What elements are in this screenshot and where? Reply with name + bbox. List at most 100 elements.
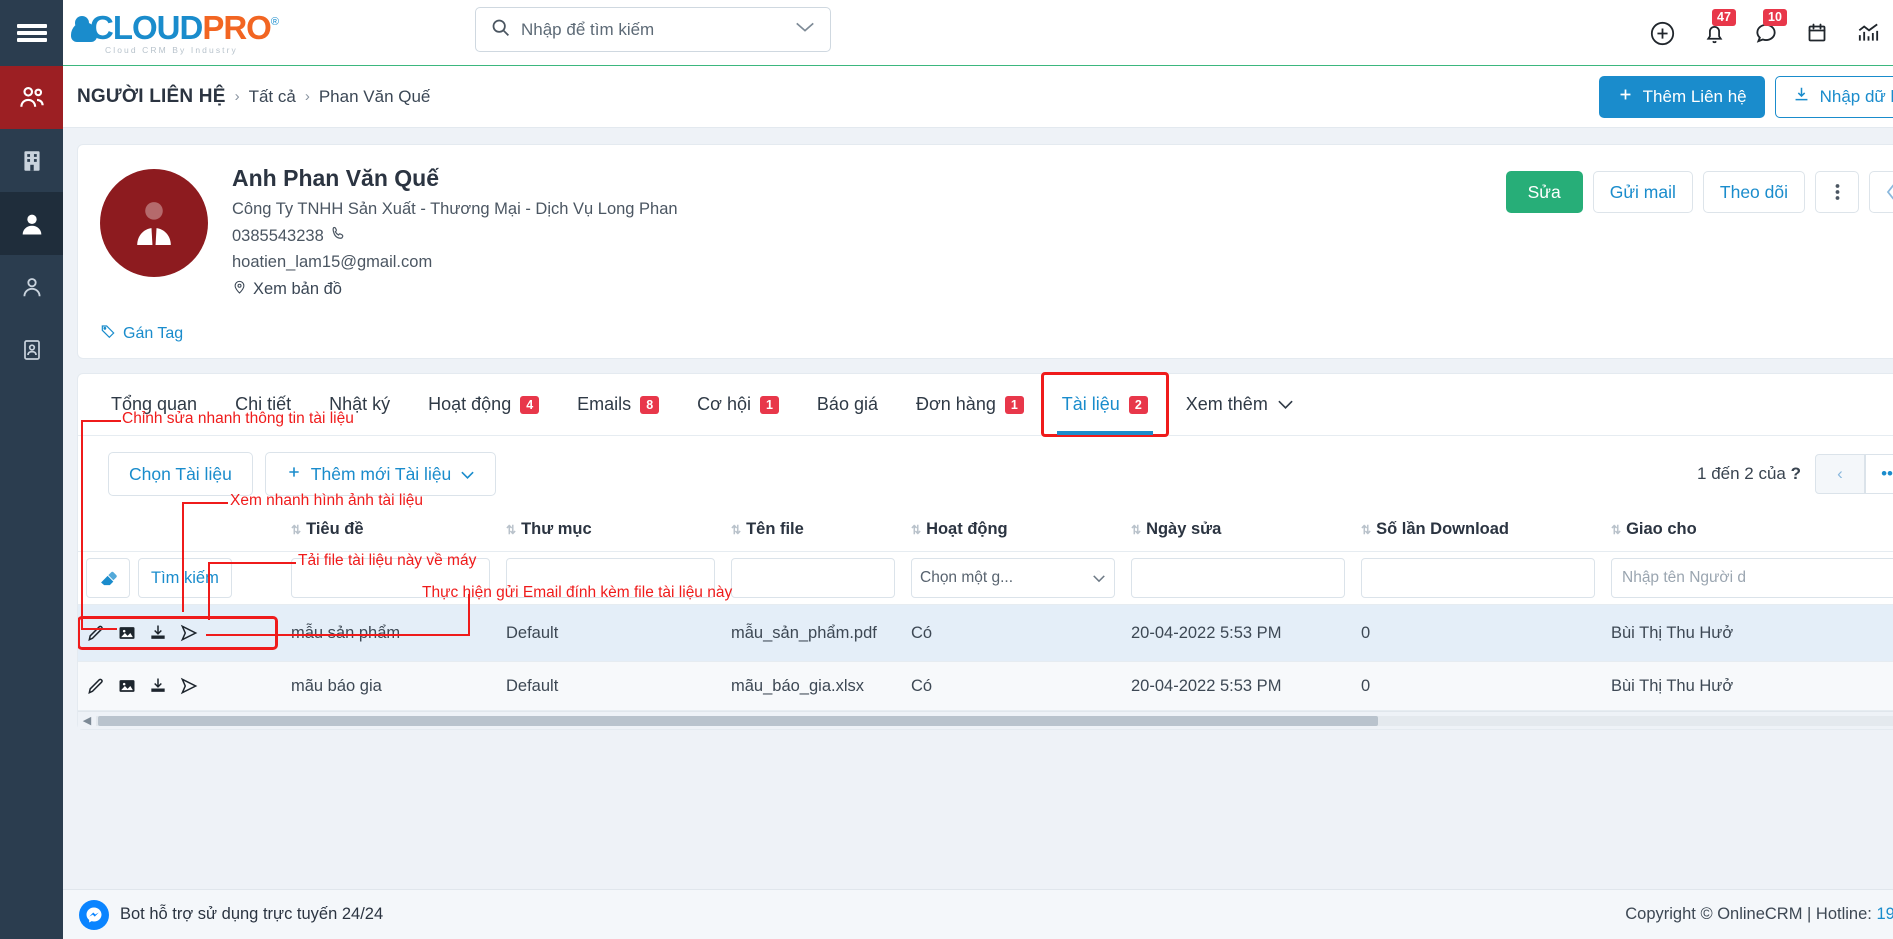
search-filter-button[interactable]: Tìm kiếm — [138, 558, 232, 598]
row-action-icons — [78, 616, 278, 650]
image-preview-icon[interactable] — [117, 623, 137, 643]
sidebar-item-contacts-group[interactable] — [0, 66, 63, 129]
sort-icon: ⇅ — [506, 523, 517, 537]
hotline-link[interactable]: 1900 29 29 90 — [1876, 905, 1893, 923]
clear-filters-button[interactable] — [86, 558, 130, 598]
logo-pro-text: PRO — [202, 8, 272, 46]
tab-bao-gia[interactable]: Báo giá — [798, 374, 897, 435]
scrollbar-thumb[interactable] — [98, 715, 1378, 726]
sidebar-item-contact-detail[interactable] — [0, 192, 63, 255]
filter-modified-input[interactable] — [1131, 558, 1345, 598]
column-header-title[interactable]: ⇅ Tiêu đề — [283, 510, 498, 552]
send-email-icon[interactable] — [179, 623, 199, 643]
cell-folder: Default — [498, 661, 723, 711]
image-preview-icon[interactable] — [117, 676, 137, 696]
filter-assigned-input[interactable] — [1611, 558, 1893, 598]
sort-icon: ⇅ — [911, 523, 922, 537]
scroll-left-arrow-icon[interactable]: ◀ — [78, 714, 96, 727]
message-badge: 10 — [1763, 9, 1787, 26]
breadcrumb-item-contact[interactable]: Phan Văn Quế — [319, 87, 431, 107]
annotation-preview-image: Xem nhanh hình ảnh tài liệu — [230, 492, 424, 509]
contact-profile-card: Anh Phan Văn Quế Công Ty TNHH Sản Xuất -… — [77, 144, 1893, 359]
horizontal-scrollbar[interactable]: ◀ ▶ — [78, 711, 1893, 729]
logo-registered-mark: ® — [270, 15, 279, 28]
assign-tag-button[interactable]: Gán Tag — [100, 323, 183, 344]
tab-hoat-dong[interactable]: Hoạt động 4 — [409, 374, 558, 435]
download-icon[interactable] — [148, 676, 168, 696]
table-row[interactable]: mãu báo gia Default mãu_báo_gia.xlsx Có … — [78, 661, 1893, 711]
contact-phone-row: 0385543238 — [232, 225, 678, 247]
filter-activity-select[interactable]: Chọn một g... — [911, 558, 1115, 598]
breadcrumb-item-all[interactable]: Tất cả — [249, 87, 296, 107]
support-bot[interactable]: Bot hỗ trợ sử dụng trực tuyến 24/24 — [79, 899, 383, 930]
edit-icon[interactable] — [86, 623, 106, 643]
chevron-down-icon[interactable] — [794, 20, 816, 39]
download-icon[interactable] — [148, 623, 168, 643]
column-header-filename[interactable]: ⇅ Tên file — [723, 510, 903, 552]
phone-icon[interactable] — [330, 225, 347, 247]
global-search[interactable] — [475, 7, 831, 52]
send-email-icon[interactable] — [179, 676, 199, 696]
edit-button[interactable]: Sửa — [1505, 171, 1583, 213]
filter-filename-input[interactable] — [731, 558, 895, 598]
filter-downloads-input[interactable] — [1361, 558, 1595, 598]
page-prev-button[interactable]: ‹ — [1815, 454, 1865, 494]
more-actions-button[interactable] — [1815, 171, 1859, 213]
column-header-activity[interactable]: ⇅ Hoạt động — [903, 510, 1123, 552]
breadcrumb-separator: › — [304, 88, 310, 105]
choose-document-button[interactable]: Chọn Tài liệu — [108, 452, 253, 496]
chart-icon[interactable] — [1855, 20, 1882, 46]
sidebar-item-documents[interactable] — [0, 318, 63, 381]
tab-count-badge: 8 — [640, 395, 660, 414]
tab-xem-them[interactable]: Xem thêm — [1167, 374, 1313, 435]
calendar-icon[interactable] — [1805, 20, 1829, 46]
column-header-actions — [78, 510, 283, 552]
tab-count-badge: 2 — [1128, 395, 1148, 414]
follow-button[interactable]: Theo dõi — [1702, 171, 1805, 213]
add-contact-label: Thêm Liên hệ — [1642, 86, 1747, 106]
add-contact-button[interactable]: Thêm Liên hệ — [1598, 75, 1765, 118]
search-input[interactable] — [521, 19, 794, 40]
menu-toggle-button[interactable] — [0, 0, 63, 66]
avatar — [100, 169, 208, 277]
document-icon — [23, 339, 40, 360]
cell-activity: Có — [903, 604, 1123, 662]
cell-title: mẫu sản phẩm — [283, 604, 498, 662]
sidebar-item-lead[interactable] — [0, 255, 63, 318]
sidebar-item-company[interactable] — [0, 129, 63, 192]
logo-tagline: Cloud CRM By Industry — [105, 44, 238, 55]
add-new-document-label: Thêm mới Tài liệu — [310, 463, 452, 484]
copyright-text: Copyright © OnlineCRM | Hotline: — [1625, 905, 1872, 923]
send-mail-button[interactable]: Gửi mail — [1592, 171, 1693, 213]
column-header-folder[interactable]: ⇅ Thư mục — [498, 510, 723, 552]
scrollbar-track[interactable] — [96, 715, 1893, 726]
bell-icon[interactable]: 47 — [1702, 8, 1736, 47]
edit-icon[interactable] — [86, 676, 106, 696]
add-new-document-button[interactable]: Thêm mới Tài liệu — [264, 452, 497, 496]
tab-label: Xem thêm — [1185, 394, 1268, 414]
tab-tai-lieu[interactable]: Tài liệu 2 — [1040, 372, 1169, 437]
row-actions-cell — [78, 604, 283, 662]
app-logo[interactable]: CLOUD PRO ® Cloud CRM By Industry — [71, 11, 279, 55]
contact-email[interactable]: hoatien_lam15@gmail.com — [232, 253, 678, 272]
assign-tag-label: Gán Tag — [123, 324, 184, 342]
add-icon[interactable] — [1649, 20, 1676, 47]
prev-record-button[interactable] — [1869, 171, 1893, 213]
chat-icon[interactable]: 10 — [1753, 9, 1787, 46]
tab-co-hoi[interactable]: Cơ hội 1 — [678, 374, 798, 435]
column-header-modified[interactable]: ⇅ Ngày sửa — [1123, 510, 1353, 552]
annotation-line — [208, 562, 296, 564]
page-ellipsis-button[interactable]: ••• — [1865, 454, 1893, 494]
table-row[interactable]: mẫu sản phẩm Default mẫu_sản_phẩm.pdf Có… — [78, 604, 1893, 662]
cell-downloads: 0 — [1353, 661, 1603, 711]
contact-map-row[interactable]: Xem bản đồ — [232, 278, 678, 301]
column-header-assigned[interactable]: ⇅ Giao cho — [1603, 510, 1893, 552]
filter-activity-value: Chọn một g... — [920, 569, 1014, 586]
column-header-downloads[interactable]: ⇅ Số lần Download — [1353, 510, 1603, 552]
tab-emails[interactable]: Emails 8 — [558, 374, 678, 435]
pagination-total: ? — [1790, 464, 1801, 483]
import-data-button[interactable]: Nhập dữ liệu — [1774, 75, 1893, 118]
cell-modified: 20-04-2022 5:53 PM — [1123, 604, 1353, 662]
chevron-down-icon — [1277, 394, 1294, 415]
tab-don-hang[interactable]: Đơn hàng 1 — [897, 374, 1043, 435]
